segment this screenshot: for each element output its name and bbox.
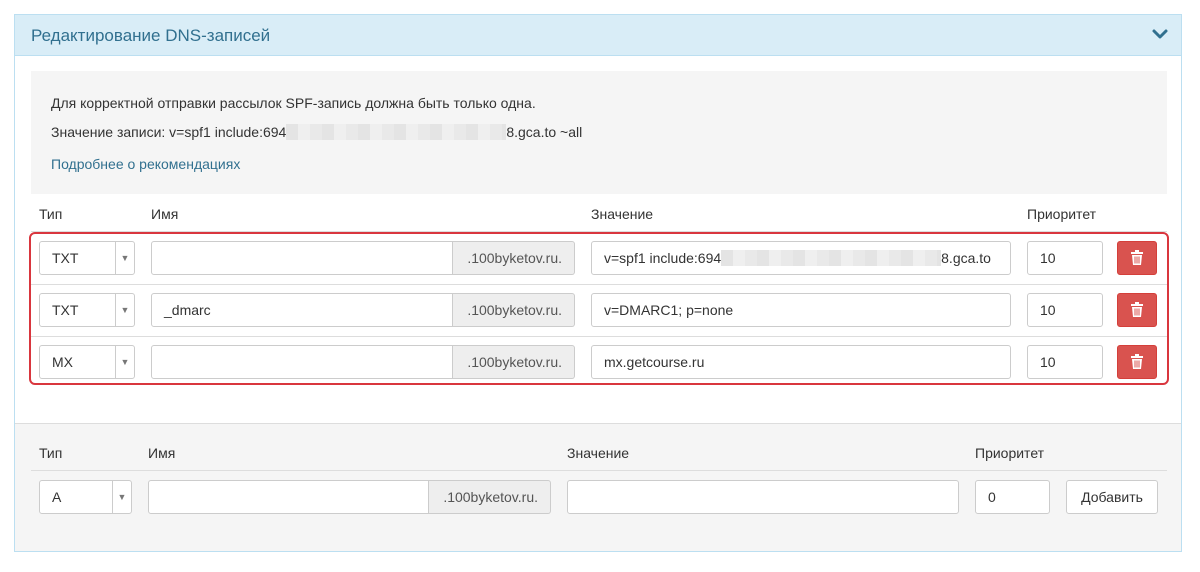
col-header-priority: Приоритет (1027, 206, 1097, 222)
redacted-blur (721, 250, 942, 266)
record-value-suffix: 8.gca.to (941, 250, 991, 266)
record-value-input[interactable]: v=DMARC1; p=none (591, 293, 1011, 327)
caret-down-icon: ▼ (112, 481, 131, 513)
col-header-priority: Приоритет (975, 445, 1045, 461)
col-header-value: Значение (567, 445, 630, 461)
record-type-select[interactable]: MX ▼ (39, 345, 135, 379)
record-priority-input[interactable]: 10 (1027, 241, 1103, 275)
spf-info-text: Для корректной отправки рассылок SPF-зап… (51, 95, 536, 111)
delete-record-button[interactable] (1117, 293, 1157, 327)
domain-suffix: .100byketov.ru. (429, 480, 551, 514)
record-type-value: MX (52, 354, 73, 370)
trash-icon (1131, 250, 1143, 265)
caret-down-icon: ▼ (115, 294, 134, 326)
col-header-name: Имя (148, 445, 176, 461)
record-name-input[interactable] (151, 345, 453, 379)
record-value-prefix: v=spf1 include:694 (604, 250, 722, 266)
record-type-value: TXT (52, 250, 79, 266)
row-divider (31, 284, 1167, 285)
domain-suffix: .100byketov.ru. (453, 293, 575, 327)
col-header-value: Значение (591, 206, 654, 222)
row-divider (31, 336, 1167, 337)
panel-header[interactable]: Редактирование DNS-записей (15, 15, 1181, 56)
delete-record-button[interactable] (1117, 345, 1157, 379)
spf-info-box: Для корректной отправки рассылок SPF-зап… (31, 71, 1167, 194)
add-record-button[interactable]: Добавить (1066, 480, 1158, 514)
add-record-section: Тип Имя Значение Приоритет A ▼ .100byket… (15, 423, 1181, 551)
new-record-priority-input[interactable]: 0 (975, 480, 1050, 514)
caret-down-icon: ▼ (115, 242, 134, 274)
new-record-priority-value: 0 (988, 489, 996, 505)
spf-value-prefix: Значение записи: v=spf1 include:694 (51, 124, 287, 140)
redacted-blur (286, 124, 507, 140)
new-record-type-value: A (52, 489, 62, 505)
record-type-value: TXT (52, 302, 79, 318)
domain-suffix: .100byketov.ru. (453, 241, 575, 275)
chevron-down-icon[interactable] (1151, 25, 1169, 43)
spf-value-suffix: 8.gca.to ~all (506, 124, 583, 140)
record-priority-value: 10 (1040, 354, 1056, 370)
new-record-name-input[interactable] (148, 480, 429, 514)
recommendations-link[interactable]: Подробнее о рекомендациях (51, 156, 240, 172)
col-header-type: Тип (39, 445, 63, 461)
new-record-type-select[interactable]: A ▼ (39, 480, 132, 514)
record-type-select[interactable]: TXT ▼ (39, 293, 135, 327)
caret-down-icon: ▼ (115, 346, 134, 378)
col-header-name: Имя (151, 206, 179, 222)
domain-suffix: .100byketov.ru. (453, 345, 575, 379)
header-divider (31, 470, 1167, 471)
record-value-input[interactable]: mx.getcourse.ru (591, 345, 1011, 379)
record-priority-value: 10 (1040, 302, 1056, 318)
record-priority-value: 10 (1040, 250, 1056, 266)
panel-title: Редактирование DNS-записей (31, 26, 271, 45)
record-name-input[interactable]: _dmarc (151, 293, 453, 327)
delete-record-button[interactable] (1117, 241, 1157, 275)
record-priority-input[interactable]: 10 (1027, 293, 1103, 327)
col-header-type: Тип (39, 206, 63, 222)
trash-icon (1131, 354, 1143, 369)
record-type-select[interactable]: TXT ▼ (39, 241, 135, 275)
record-name-input[interactable] (151, 241, 453, 275)
record-value: v=spf1 include:694 8.gca.to (604, 250, 991, 266)
spf-record-value: Значение записи: v=spf1 include:694 8.gca… (51, 124, 582, 140)
dns-edit-panel: Редактирование DNS-записей Для корректно… (14, 14, 1182, 552)
trash-icon (1131, 302, 1143, 317)
record-name-value: _dmarc (164, 302, 211, 318)
record-value-input[interactable]: v=spf1 include:694 8.gca.to (591, 241, 1011, 275)
new-record-value-input[interactable] (567, 480, 959, 514)
record-priority-input[interactable]: 10 (1027, 345, 1103, 379)
record-value: mx.getcourse.ru (604, 354, 705, 370)
record-value: v=DMARC1; p=none (604, 302, 734, 318)
